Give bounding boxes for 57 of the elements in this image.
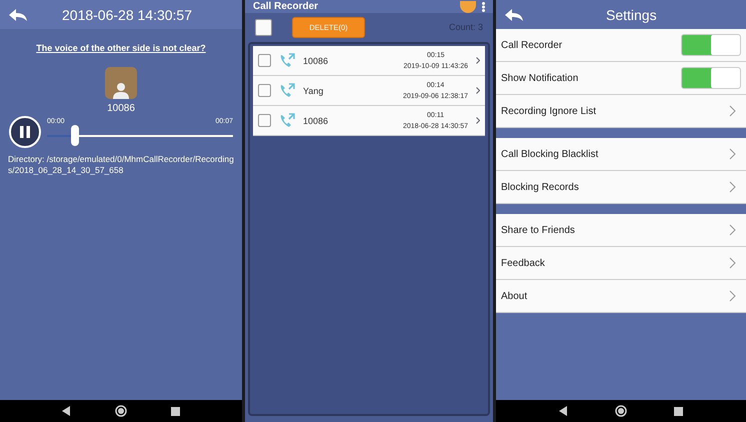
settings-row[interactable]: Recording Ignore List bbox=[496, 95, 746, 128]
caller-name: Yang bbox=[303, 86, 324, 96]
pause-icon bbox=[20, 126, 30, 138]
settings-row[interactable]: About bbox=[496, 280, 746, 313]
pause-button[interactable] bbox=[9, 116, 41, 148]
chevron-right-icon bbox=[729, 105, 736, 117]
chevron-right-icon bbox=[476, 57, 480, 64]
row-checkbox[interactable] bbox=[258, 114, 271, 127]
chevron-right-icon bbox=[729, 181, 736, 193]
setting-label: Recording Ignore List bbox=[501, 106, 596, 116]
chevron-right-icon bbox=[729, 290, 736, 302]
settings-row[interactable]: Share to Friends bbox=[496, 214, 746, 247]
back-icon[interactable] bbox=[62, 406, 71, 416]
directory-path: Directory: /storage/emulated/0/MhmCallRecorder/Recordings/2018_06_28_14_30_57_658 bbox=[8, 154, 234, 176]
setting-label: Call Recorder bbox=[501, 40, 562, 50]
chevron-right-icon bbox=[476, 117, 480, 124]
setting-label: About bbox=[501, 290, 528, 302]
settings-row[interactable]: Blocking Records bbox=[496, 171, 746, 204]
setting-label: Show Notification bbox=[501, 72, 578, 84]
record-count: Count: 3 bbox=[448, 22, 483, 32]
setting-label: Share to Friends bbox=[501, 224, 575, 236]
chevron-right-icon bbox=[729, 224, 736, 236]
back-icon[interactable] bbox=[559, 406, 568, 416]
seek-thumb[interactable] bbox=[70, 125, 79, 146]
phone-icon bbox=[279, 82, 295, 98]
select-all-checkbox[interactable] bbox=[255, 18, 272, 36]
back-arrow-icon[interactable] bbox=[8, 8, 28, 22]
settings-title: Settings bbox=[606, 6, 657, 22]
recents-icon[interactable] bbox=[674, 406, 683, 416]
avatar-icon bbox=[105, 67, 137, 99]
setting-label: Feedback bbox=[501, 258, 545, 268]
recording-title: 2018-06-28 14:30:57 bbox=[62, 6, 192, 22]
settings-row[interactable]: Call Recorder bbox=[496, 29, 746, 62]
caller-name: 10086 bbox=[303, 116, 330, 126]
setting-label: Call Blocking Blacklist bbox=[501, 148, 598, 160]
toggle-switch[interactable] bbox=[681, 67, 741, 89]
chevron-right-icon bbox=[729, 148, 736, 160]
chevron-right-icon bbox=[476, 87, 480, 94]
phone-icon bbox=[279, 112, 295, 128]
settings-row[interactable]: Call Blocking Blacklist bbox=[496, 138, 746, 171]
home-icon[interactable] bbox=[115, 405, 127, 417]
back-arrow-icon[interactable] bbox=[504, 8, 524, 22]
chevron-right-icon bbox=[729, 257, 736, 269]
row-checkbox[interactable] bbox=[258, 54, 271, 67]
more-icon[interactable] bbox=[482, 2, 485, 12]
recents-icon[interactable] bbox=[171, 406, 180, 416]
settings-row[interactable]: Show Notification bbox=[496, 62, 746, 95]
settings-row[interactable]: Feedback bbox=[496, 247, 746, 280]
home-icon[interactable] bbox=[614, 405, 627, 417]
toggle-switch[interactable] bbox=[681, 34, 741, 56]
row-checkbox[interactable] bbox=[258, 84, 271, 97]
setting-label: Blocking Records bbox=[501, 182, 579, 192]
caller-name: 10086 bbox=[303, 56, 330, 66]
phone-icon bbox=[279, 52, 295, 68]
help-link[interactable]: The voice of the other side is not clear? bbox=[36, 43, 206, 53]
app-title: Call Recorder bbox=[253, 1, 320, 12]
contact-name: 10086 bbox=[107, 103, 135, 114]
